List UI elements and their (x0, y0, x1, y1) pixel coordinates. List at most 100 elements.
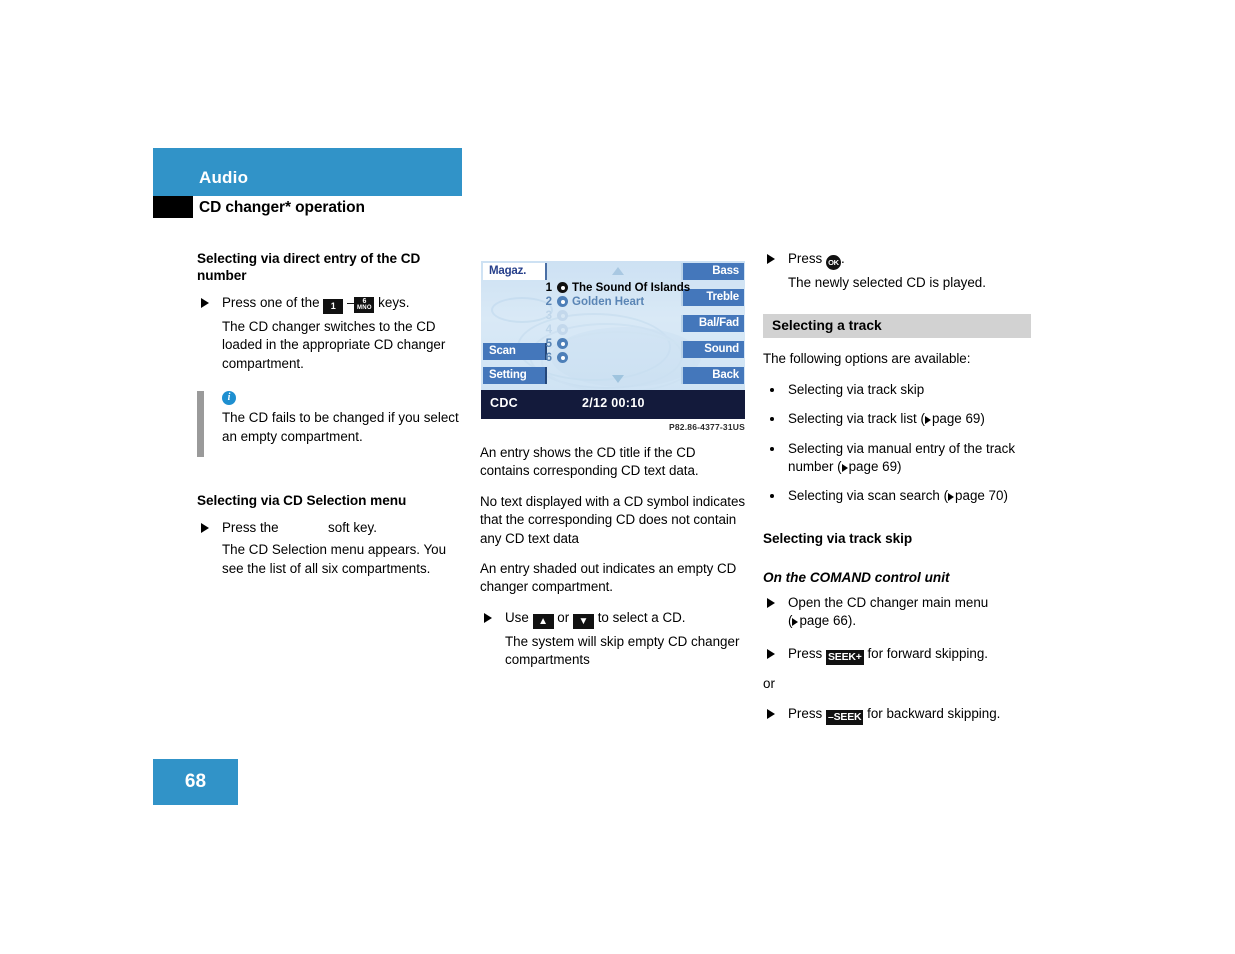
cd-list-item[interactable]: 5 (539, 337, 725, 351)
step-dash: – (346, 295, 355, 310)
cd-list: 1 The Sound Of Islands 2 Golden Heart 3 4 … (539, 281, 725, 365)
para-options-intro: The following options are available: (763, 351, 971, 367)
step-arrow-icon (201, 523, 209, 534)
cd-disc-icon (557, 282, 568, 293)
step-arrow-icon (767, 254, 775, 264)
chapter-title: Audio (199, 168, 249, 187)
step-arrow-icon (484, 612, 492, 623)
cd-disc-icon (557, 296, 568, 307)
step-arrow-icon (767, 648, 775, 659)
step-arrow-icon (201, 298, 209, 308)
key-seek-plus-icon: SEEK+ (825, 649, 864, 665)
key-6-letters: MNO (356, 305, 372, 311)
cd-disc-icon (557, 338, 568, 349)
step-text-period: . (840, 251, 845, 266)
page-reference[interactable]: (page 69) (920, 411, 984, 426)
display-main-area: Magaz. Scan Setting Bass Treble Bal/Fad … (481, 261, 745, 390)
step-result-skip-empty: The system will skip empty CD changer co… (505, 633, 740, 668)
bullet-dot-icon (770, 494, 774, 499)
cd-number: 5 (545, 338, 552, 350)
step-text-press: Press (788, 251, 823, 266)
softkey-setting[interactable]: Setting (483, 367, 547, 384)
step-press-seek-backward: Press –SEEK for backward skipping. (763, 705, 1031, 726)
bullet-text: Selecting via track list (788, 411, 917, 427)
page-ref-text: page 70 (955, 488, 1004, 504)
step-result-cd-selection: The CD Selection menu appears. You see t… (222, 542, 447, 576)
cd-list-item[interactable]: 3 (539, 309, 725, 323)
step-text-suffix: for forward skipping. (867, 645, 989, 661)
cd-list-item[interactable]: 1 The Sound Of Islands (539, 281, 725, 295)
cd-list-item[interactable]: 2 Golden Heart (539, 295, 725, 309)
step-press-softkey: Press the soft key. (197, 519, 463, 537)
step-open-main-menu: Open the CD changer main menu (page 66). (763, 594, 1031, 631)
page-ref-text: page 69 (931, 411, 981, 427)
page-reference[interactable]: (page 69) (837, 459, 901, 474)
para-cd-title-info: An entry shows the CD title if the CD co… (480, 445, 699, 479)
step-press-number-keys: Press one of the 1 –6 MNO keys. (197, 294, 463, 314)
page-ref-arrow-icon (841, 464, 848, 473)
status-track-time: 2/12 00:10 (582, 396, 645, 410)
heading-cd-selection-menu: Selecting via CD Selection menu (197, 493, 407, 509)
note-text: The CD fails to be changed if you select… (222, 410, 459, 444)
step-text-suffix: soft key. (328, 520, 377, 536)
step-text-use: Use (505, 609, 529, 625)
bullet-dot-icon (770, 417, 774, 422)
cd-disc-icon (557, 324, 568, 335)
section-marker-square (153, 196, 193, 218)
step-text-suffix: keys. (378, 295, 410, 310)
step-result-direct-entry: The CD changer switches to the CD loaded… (222, 319, 446, 371)
softkey-bass[interactable]: Bass (681, 263, 744, 280)
softkey-scan[interactable]: Scan (483, 343, 547, 360)
bullet-text: Selecting via scan search (788, 488, 940, 504)
softkey-magaz[interactable]: Magaz. (483, 263, 547, 280)
heading-direct-entry: Selecting via direct entry of the CD num… (197, 251, 421, 283)
key-6-digit: 6 (362, 298, 367, 305)
step-text-prefix: Press the (222, 520, 279, 536)
bullet-text: Selecting via track skip (788, 381, 925, 397)
bullet-scan-search: Selecting via scan search (page 70) (763, 487, 1031, 505)
or-separator: or (763, 675, 775, 691)
softkey-back[interactable]: Back (681, 367, 744, 384)
step-result-cd-played: The newly selected CD is played. (788, 275, 986, 290)
bullet-dot-icon (770, 446, 774, 451)
left-column: Selecting via direct entry of the CD num… (197, 250, 463, 590)
bullet-manual-entry: Selecting via manual entry of the track … (763, 440, 1031, 477)
step-text-press: Press (788, 706, 823, 722)
section-title: CD changer* operation (199, 199, 365, 216)
right-column: Press OK. The newly selected CD is playe… (763, 250, 1031, 729)
step-text-open: Open the CD changer main menu (788, 594, 989, 610)
cd-disc-icon (557, 352, 568, 363)
scroll-down-arrow-icon (612, 375, 624, 383)
cd-number: 4 (545, 324, 552, 336)
step-text-select: to select a CD. (597, 609, 686, 625)
middle-column: An entry shows the CD title if the CD co… (480, 444, 746, 682)
bullet-dot-icon (770, 387, 774, 392)
cd-list-item[interactable]: 6 (539, 351, 725, 365)
cd-disc-icon (557, 310, 568, 321)
step-arrow-icon (767, 597, 775, 608)
info-note: i The CD fails to be changed if you sele… (197, 391, 463, 458)
figure-caption-code: P82.86-4377-31US (669, 422, 745, 432)
subheading-comand-control-unit: On the COMAND control unit (763, 569, 950, 585)
para-shaded-info: An entry shaded out indicates an empty C… (480, 561, 737, 595)
heading-selecting-a-track: Selecting a track (763, 314, 1031, 339)
scroll-up-arrow-icon (612, 267, 624, 275)
display-status-bar: CDC 2/12 00:10 (481, 390, 745, 419)
page-ref-arrow-icon (792, 618, 799, 627)
cd-title: Golden Heart (572, 296, 645, 308)
page-number: 68 (153, 759, 238, 805)
cd-list-item[interactable]: 4 (539, 323, 725, 337)
cd-title: The Sound Of Islands (572, 282, 691, 294)
step-use-arrows: Use ▲ or ▼ to select a CD. (480, 609, 746, 629)
key-down-arrow-icon: ▼ (572, 613, 594, 629)
page-reference[interactable]: (page 66). (788, 613, 856, 628)
step-arrow-icon (767, 709, 775, 720)
step-text-suffix: for backward skipping. (867, 706, 1001, 722)
heading-track-skip: Selecting via track skip (763, 530, 913, 546)
status-source-label: CDC (490, 396, 518, 410)
key-seek-minus-icon: –SEEK (825, 710, 864, 726)
bullet-track-list: Selecting via track list (page 69) (763, 410, 1031, 428)
bullet-track-skip: Selecting via track skip (763, 381, 1031, 399)
info-icon: i (222, 391, 236, 406)
page-reference[interactable]: (page 70) (944, 488, 1008, 503)
